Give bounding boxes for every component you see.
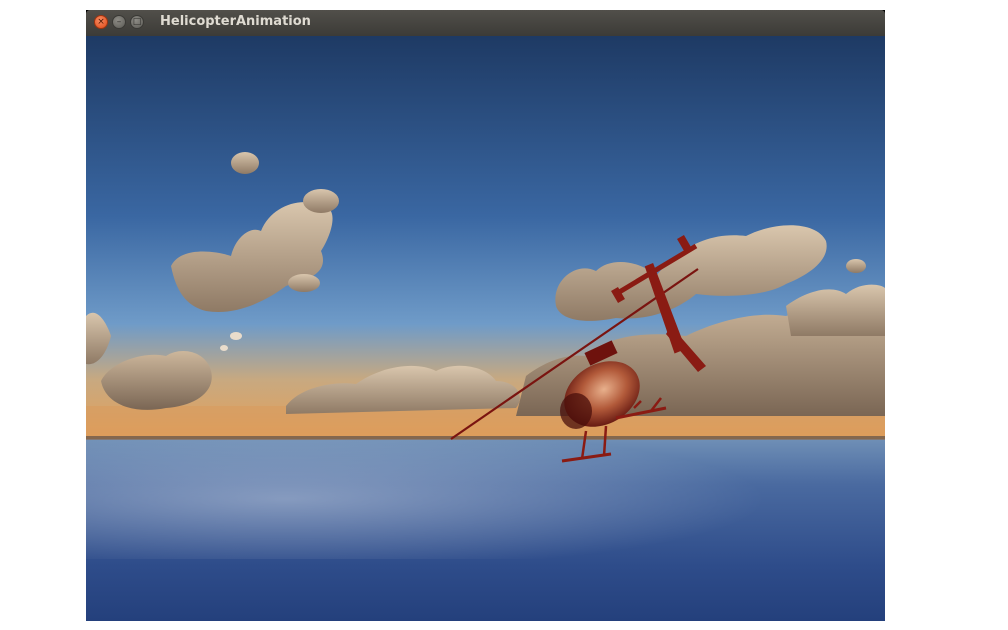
sun-reflection <box>86 439 885 559</box>
window-title: HelicopterAnimation <box>160 14 311 29</box>
minimize-button[interactable]: – <box>112 15 126 29</box>
maximize-button[interactable]: □ <box>130 15 144 29</box>
app-window: × – □ HelicopterAnimation <box>86 10 885 621</box>
scene-canvas <box>86 36 885 621</box>
close-button[interactable]: × <box>94 15 108 29</box>
minimize-icon: – <box>116 16 122 27</box>
maximize-icon: □ <box>132 16 142 27</box>
close-icon: × <box>97 16 105 27</box>
render-viewport[interactable] <box>86 36 885 621</box>
cockpit-window <box>560 393 592 429</box>
horizon-line <box>86 436 885 440</box>
title-bar[interactable]: × – □ HelicopterAnimation <box>86 10 885 36</box>
